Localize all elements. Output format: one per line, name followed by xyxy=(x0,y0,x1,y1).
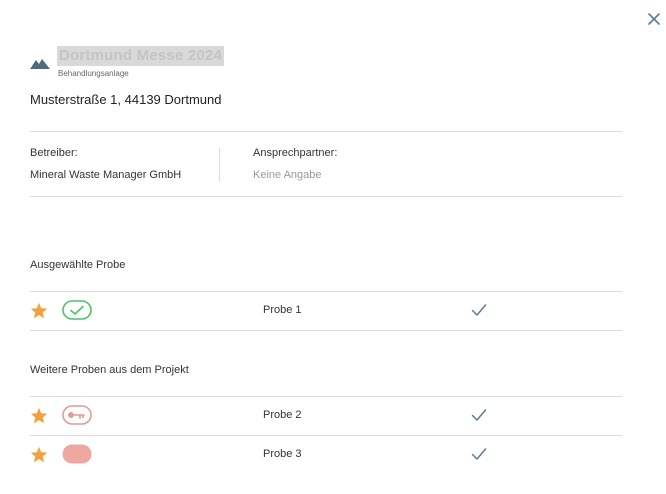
mountain-icon xyxy=(30,59,50,69)
operator-value: Mineral Waste Manager GmbH xyxy=(30,169,182,181)
sample-row-probe-2[interactable]: Probe 2 xyxy=(30,396,622,435)
selected-sample-heading: Ausgewählte Probe xyxy=(30,259,126,271)
divider xyxy=(30,131,622,132)
page-title: Dortmund Messe 2024 xyxy=(57,46,225,66)
operator-label: Betreiber: xyxy=(30,147,78,159)
star-icon[interactable] xyxy=(30,407,48,424)
operator-block: Betreiber: Mineral Waste Manager GmbH xyxy=(30,147,181,181)
divider xyxy=(30,196,622,197)
key-badge-icon xyxy=(62,405,92,425)
sample-name: Probe 3 xyxy=(263,448,302,460)
dialog-header: Dortmund Messe 2024 Behandlungsanlage xyxy=(30,46,225,78)
site-address: Musterstraße 1, 44139 Dortmund xyxy=(30,92,222,107)
sample-row-probe-1[interactable]: Probe 1 xyxy=(30,291,622,330)
filled-badge-icon xyxy=(62,444,92,464)
contact-label: Ansprechpartner: xyxy=(253,147,338,159)
contact-value: Keine Angabe xyxy=(253,169,322,181)
other-samples-heading: Weitere Proben aus dem Projekt xyxy=(30,364,189,376)
check-icon xyxy=(471,304,487,316)
page-subtitle: Behandlungsanlage xyxy=(58,69,129,78)
star-icon[interactable] xyxy=(30,446,48,463)
sample-row-probe-3[interactable]: Probe 3 xyxy=(30,435,622,474)
column-separator xyxy=(219,148,220,181)
close-button[interactable] xyxy=(645,10,663,28)
divider xyxy=(30,330,622,331)
title-block: Dortmund Messe 2024 Behandlungsanlage xyxy=(57,46,225,78)
contact-block: Ansprechpartner: Keine Angabe xyxy=(253,147,337,181)
check-icon xyxy=(471,409,487,421)
check-badge-icon xyxy=(62,300,92,320)
sample-name: Probe 2 xyxy=(263,409,302,421)
close-icon xyxy=(648,13,660,25)
check-icon xyxy=(471,448,487,460)
star-icon[interactable] xyxy=(30,302,48,319)
sample-name: Probe 1 xyxy=(263,304,302,316)
